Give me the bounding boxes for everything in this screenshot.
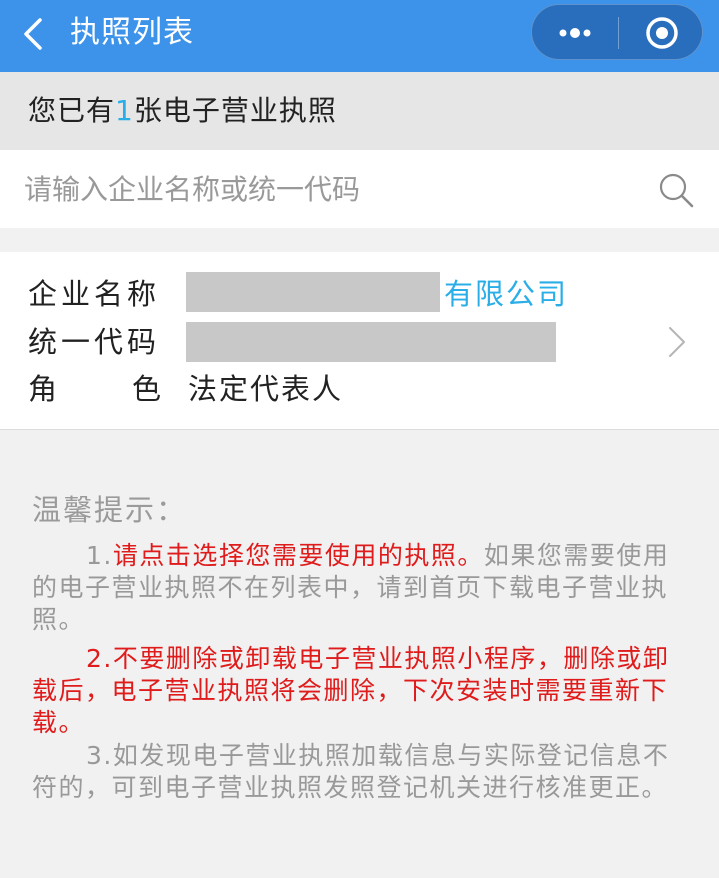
tip-3: 3.如发现电子营业执照加载信息与实际登记信息不符的，可到电子营业执照发照登记机关…: [32, 740, 682, 804]
chevron-left-icon: [24, 18, 42, 50]
nav-header: 执照列表: [0, 0, 719, 72]
redacted-company-name: [186, 272, 440, 312]
license-count-text: 您已有1张电子营业执照: [28, 92, 337, 130]
close-button[interactable]: [619, 5, 704, 61]
credit-code-label: 统一代码: [28, 325, 161, 359]
license-card[interactable]: 企业名称 有限公司 统一代码 角色 法定代表人: [0, 252, 719, 430]
tip-1-highlight: 请点击选择您需要使用的执照。: [112, 541, 484, 570]
target-circle-icon: [645, 17, 678, 49]
redacted-credit-code: [186, 322, 556, 362]
tip-2: 2.不要删除或卸载电子营业执照小程序，删除或卸载后，电子营业执照将会删除，下次安…: [32, 643, 682, 739]
search-input[interactable]: [24, 164, 644, 214]
role-label: 角色: [28, 369, 162, 409]
more-dots-icon: [559, 28, 591, 38]
back-button[interactable]: [16, 14, 52, 54]
role-label-char-1: 角: [28, 372, 62, 406]
search-icon[interactable]: [656, 170, 696, 210]
more-button[interactable]: [532, 5, 618, 61]
license-count-banner: 您已有1张电子营业执照: [0, 72, 719, 150]
tips-title: 温馨提示：: [32, 493, 188, 527]
tip-2-body: 2.不要删除或卸载电子营业执照小程序，删除或卸载后，电子营业执照将会删除，下次安…: [32, 644, 670, 737]
tip-1-number: 1.: [86, 541, 113, 570]
license-count: 1: [115, 94, 134, 127]
company-name-suffix: 有限公司: [444, 277, 569, 311]
tip-3-body: 3.如发现电子营业执照加载信息与实际登记信息不符的，可到电子营业执照发照登记机关…: [32, 741, 670, 802]
page-title: 执照列表: [70, 15, 194, 50]
role-value: 法定代表人: [188, 372, 344, 406]
count-prefix: 您已有: [28, 94, 116, 127]
search-bar: [0, 150, 719, 228]
chevron-right-icon: [669, 327, 685, 357]
count-suffix: 张电子营业执照: [133, 94, 337, 127]
company-name-label: 企业名称: [28, 277, 161, 311]
role-label-char-2: 色: [132, 372, 166, 406]
mini-program-capsule: [531, 4, 703, 60]
tip-1: 1.请点击选择您需要使用的执照。如果您需要使用的电子营业执照不在列表中，请到首页…: [32, 540, 682, 636]
